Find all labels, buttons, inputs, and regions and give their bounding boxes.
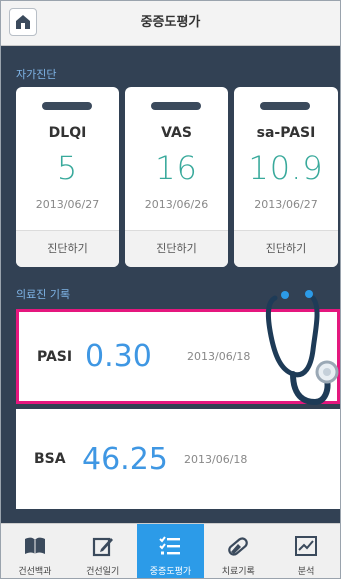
card-tab xyxy=(260,102,310,110)
card-tab xyxy=(151,102,201,110)
diagnose-button-dlqi[interactable]: 진단하기 xyxy=(16,230,119,267)
chart-icon xyxy=(295,536,318,556)
record-bsa[interactable]: BSA 46.25 2013/06/18 xyxy=(16,409,340,509)
checklist-icon xyxy=(159,536,181,555)
section-label-self-diagnosis: 자가진단 xyxy=(16,68,57,81)
nav-label: 건선일기 xyxy=(86,567,120,577)
nav-item-treatment[interactable]: 치료기록 xyxy=(204,524,272,578)
record-date: 2013/06/18 xyxy=(184,452,248,466)
card-date: 2013/06/27 xyxy=(35,198,100,211)
card-value: 5 xyxy=(56,149,79,187)
page-title: 중증도평가 xyxy=(140,15,201,30)
nav-label: 중증도평가 xyxy=(149,567,192,577)
app-frame: 중증도평가 자가진단 DLQI 5 2013/06/27 진단하기 VAS 16… xyxy=(0,0,341,579)
home-button[interactable] xyxy=(9,8,37,36)
card-name: sa-PASI xyxy=(256,125,316,141)
pill-icon xyxy=(228,537,249,556)
nav-item-severity[interactable]: 중증도평가 xyxy=(136,524,205,578)
card-name: VAS xyxy=(161,125,192,141)
section-label-medical-records: 의료진 기록 xyxy=(16,288,71,301)
diagnose-button-sa-pasi[interactable]: 진단하기 xyxy=(234,230,338,267)
card-dlqi: DLQI 5 2013/06/27 진단하기 xyxy=(16,87,119,267)
nav-item-encyclopedia[interactable]: 건선백과 xyxy=(1,524,69,578)
nav-label: 건선백과 xyxy=(18,567,52,577)
book-icon xyxy=(24,537,45,554)
edit-icon xyxy=(92,537,113,557)
card-vas: VAS 16 2013/06/26 진단하기 xyxy=(125,87,228,267)
card-value: 16 xyxy=(155,149,198,187)
record-name: BSA xyxy=(34,451,66,467)
card-date: 2013/06/27 xyxy=(254,198,318,211)
nav-item-diary[interactable]: 건선일기 xyxy=(69,524,137,578)
diagnose-button-vas[interactable]: 진단하기 xyxy=(125,230,228,267)
record-value: 46.25 xyxy=(82,441,168,477)
nav-label: 분석 xyxy=(297,567,315,577)
card-sa-pasi: sa-PASI 10.9 2013/06/27 진단하기 xyxy=(234,87,338,267)
record-value: 0.30 xyxy=(85,339,152,374)
nav-label: 치료기록 xyxy=(221,567,255,577)
record-name: PASI xyxy=(37,348,73,365)
card-value: 10.9 xyxy=(248,149,324,187)
card-name: DLQI xyxy=(48,125,87,141)
card-date: 2013/06/26 xyxy=(144,198,209,211)
record-date: 2013/06/18 xyxy=(187,350,251,363)
nav-item-analysis[interactable]: 분석 xyxy=(272,524,340,578)
home-icon xyxy=(16,15,30,29)
stethoscope-icon xyxy=(265,290,339,406)
bottom-nav: 건선백과 건선일기 중증도평가 치료기록 분석 xyxy=(1,523,340,578)
header: 중증도평가 xyxy=(1,1,340,46)
card-tab xyxy=(42,102,92,110)
